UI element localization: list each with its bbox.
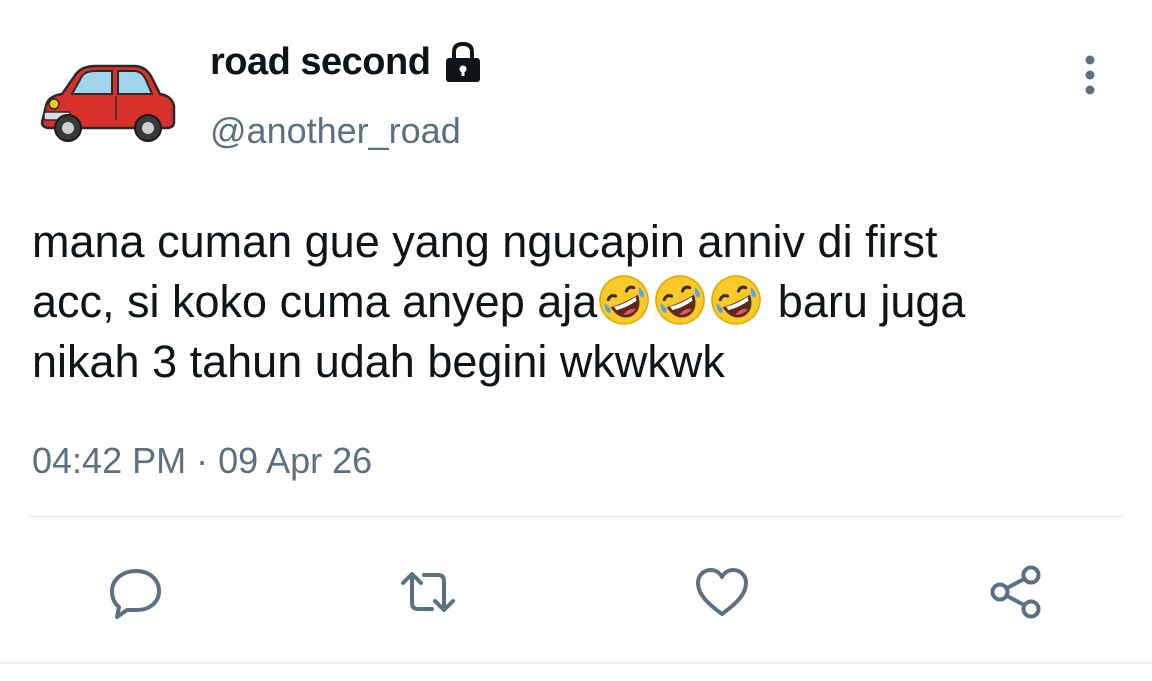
tweet-text: mana cuman gue yang ngucapin anniv di fi… (32, 212, 1142, 392)
tweet-text-segment: mana cuman gue yang ngucapin anniv di fi… (32, 216, 938, 267)
reply-button[interactable] (104, 560, 168, 624)
red-car-icon (40, 64, 176, 142)
share-button[interactable] (984, 560, 1048, 624)
retweet-icon (401, 572, 455, 612)
author-name-row[interactable]: road second (210, 40, 484, 84)
more-vertical-icon (1085, 55, 1095, 95)
more-options-button[interactable] (1070, 52, 1110, 98)
rolling-laughing-icon (599, 275, 650, 325)
rolling-laughing-emoji (709, 273, 763, 327)
tweet-line-2: acc, si koko cuma anyep aja baru juga (32, 272, 1142, 332)
lock-icon (446, 41, 481, 82)
tweet-text-segment: baru juga (765, 276, 966, 327)
divider (30, 516, 1122, 517)
rolling-laughing-icon (711, 275, 762, 325)
rolling-laughing-emoji (597, 273, 651, 327)
heart-icon (696, 568, 748, 616)
tweet-text-segment: acc, si koko cuma anyep aja (32, 276, 598, 327)
tweet-line-3: nikah 3 tahun udah begini wkwkwk (32, 332, 1142, 392)
tweet-line-1: mana cuman gue yang ngucapin anniv di fi… (32, 212, 1142, 272)
rolling-laughing-icon (655, 275, 706, 325)
display-name[interactable]: road second (210, 41, 431, 84)
retweet-button[interactable] (396, 560, 460, 624)
reply-icon (110, 569, 161, 619)
rolling-laughing-emoji (653, 273, 707, 327)
action-bar (0, 560, 1152, 624)
handle[interactable]: @another_road (210, 110, 461, 152)
tweet-text-segment: nikah 3 tahun udah begini wkwkwk (32, 336, 725, 387)
like-button[interactable] (690, 560, 754, 624)
avatar[interactable] (36, 56, 178, 144)
share-icon (990, 565, 1041, 619)
timestamp[interactable]: 04:42 PM · 09 Apr 26 (32, 440, 372, 482)
divider (0, 662, 1152, 664)
